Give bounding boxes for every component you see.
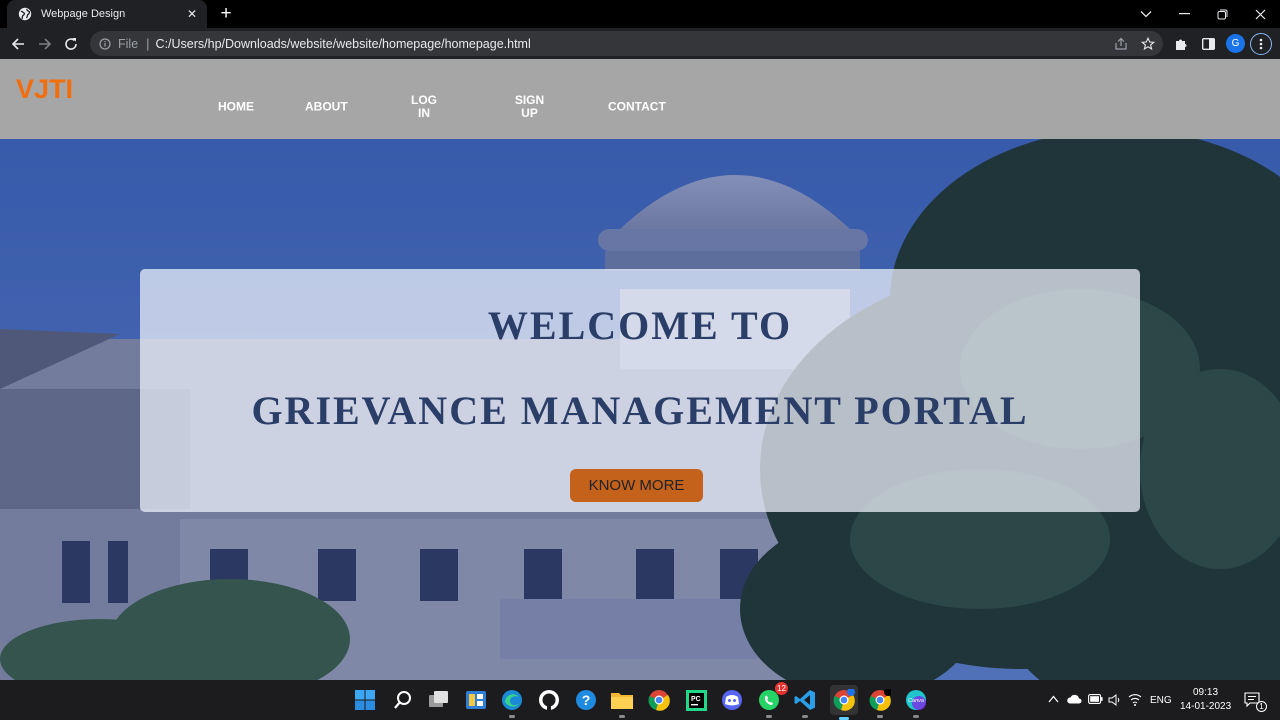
github-icon[interactable]: [536, 687, 562, 713]
widgets-icon[interactable]: [463, 687, 489, 713]
nav-contact[interactable]: CONTACT: [608, 100, 666, 114]
bookmark-star-icon[interactable]: [1141, 36, 1155, 51]
wifi-icon[interactable]: [1128, 693, 1142, 706]
nav-signup[interactable]: SIGN UP: [514, 94, 545, 120]
edge-browser-icon[interactable]: [499, 687, 525, 718]
svg-text:?: ?: [582, 692, 591, 708]
file-scheme-label: File: [118, 36, 139, 51]
browser-toolbar: File | C:/Users/hp/Downloads/website/web…: [0, 28, 1280, 59]
info-icon[interactable]: [99, 37, 111, 50]
nav-home[interactable]: HOME: [218, 100, 254, 114]
side-panel-icon[interactable]: [1196, 32, 1220, 56]
running-indicator: [802, 715, 808, 718]
close-window-icon[interactable]: [1241, 0, 1279, 28]
site-navbar: VJTI HOME ABOUT LOG IN SIGN UP CONTACT: [0, 59, 1280, 139]
nav-about[interactable]: ABOUT: [305, 100, 348, 114]
windows-start-icon[interactable]: [352, 687, 378, 713]
reload-icon[interactable]: [59, 32, 83, 56]
chrome-profile-icon[interactable]: [830, 685, 858, 720]
language-indicator[interactable]: ENG: [1150, 695, 1172, 706]
running-indicator: [913, 715, 919, 718]
running-indicator: [877, 715, 883, 718]
profile-avatar[interactable]: G: [1226, 34, 1245, 53]
chrome-secondary-icon[interactable]: [867, 687, 893, 718]
running-indicator: [619, 715, 625, 718]
address-bar[interactable]: File | C:/Users/hp/Downloads/website/web…: [90, 31, 1163, 56]
tray-overflow-chevron-icon[interactable]: [1048, 695, 1059, 703]
nav-login[interactable]: LOG IN: [411, 94, 437, 120]
portal-heading: GRIEVANCE MANAGEMENT PORTAL: [251, 388, 1029, 433]
site-logo[interactable]: VJTI: [16, 74, 73, 105]
battery-icon[interactable]: [1088, 694, 1103, 704]
minimize-icon[interactable]: [1165, 0, 1203, 28]
hero-section: WELCOME TO GRIEVANCE MANAGEMENT PORTAL K…: [0, 139, 1280, 680]
extensions-puzzle-icon[interactable]: [1169, 32, 1193, 56]
help-icon[interactable]: ?: [573, 687, 599, 713]
tab-title: Webpage Design: [41, 8, 126, 20]
url-text[interactable]: C:/Users/hp/Downloads/website/website/ho…: [156, 37, 531, 51]
running-indicator: [509, 715, 515, 718]
forward-arrow-icon[interactable]: [33, 32, 57, 56]
tab-search-chevron-icon[interactable]: [1127, 0, 1165, 28]
search-icon[interactable]: [390, 687, 416, 713]
task-view-icon[interactable]: [426, 687, 452, 713]
new-tab-button[interactable]: +: [216, 3, 236, 25]
more-menu-icon[interactable]: [1250, 33, 1272, 55]
browser-tab-strip: Webpage Design ✕ +: [0, 0, 1280, 28]
discord-icon[interactable]: [719, 687, 745, 713]
page-viewport: VJTI HOME ABOUT LOG IN SIGN UP CONTACT W…: [0, 59, 1280, 680]
svg-text:PC: PC: [691, 696, 701, 703]
know-more-button[interactable]: KNOW MORE: [570, 469, 703, 502]
pycharm-icon[interactable]: PC: [683, 687, 709, 713]
onedrive-cloud-icon[interactable]: [1067, 694, 1082, 704]
globe-icon: [18, 7, 32, 21]
chrome-icon[interactable]: [646, 687, 672, 713]
file-explorer-icon[interactable]: [609, 687, 635, 718]
welcome-heading: WELCOME TO: [487, 303, 793, 348]
omnibox-separator: |: [146, 36, 150, 51]
browser-tab[interactable]: Webpage Design ✕: [7, 0, 207, 28]
windows-taskbar: ? PC 12 Canva ENG 09:13 14-01-2023 1: [0, 680, 1280, 720]
canva-icon[interactable]: Canva: [903, 687, 929, 718]
close-tab-icon[interactable]: ✕: [185, 7, 199, 21]
notification-count: 1: [1256, 701, 1267, 712]
running-indicator: [766, 715, 772, 718]
vscode-icon[interactable]: [792, 687, 818, 718]
back-arrow-icon[interactable]: [6, 32, 30, 56]
svg-text:Canva: Canva: [908, 698, 924, 704]
share-icon[interactable]: [1114, 37, 1128, 51]
speaker-icon[interactable]: [1108, 694, 1121, 706]
welcome-card: WELCOME TO GRIEVANCE MANAGEMENT PORTAL K…: [140, 269, 1140, 512]
restore-icon[interactable]: [1203, 0, 1241, 28]
whatsapp-unread-badge: 12: [775, 682, 788, 695]
clock-date[interactable]: 14-01-2023: [1180, 701, 1231, 712]
clock-time[interactable]: 09:13: [1193, 687, 1218, 698]
whatsapp-icon[interactable]: 12: [756, 682, 788, 718]
